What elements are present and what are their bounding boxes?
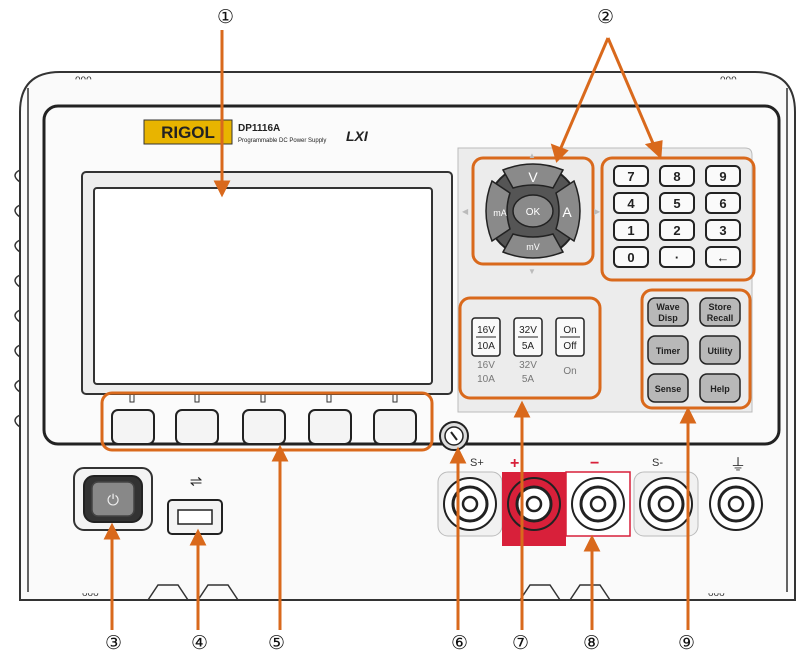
range-keys: 16V 10A 16V 10A 32V 5A 32V 5A On Off On (471, 317, 585, 385)
arrow-keys: V mA OK A mV (485, 163, 581, 259)
callout-3: ③ (105, 632, 123, 654)
numpad-key-label: 0 (627, 250, 634, 265)
callout-6: ⑥ (451, 632, 469, 654)
usb-icon: ⇌ (190, 473, 203, 490)
power-supply-front-panel: ᴖᴖᴖ ᴖᴖᴖ RIGOL DP1116A Programmable DC Po… (14, 30, 796, 630)
bottom-right-feet: ᴗᴗᴗ (708, 588, 725, 599)
sense-plus-label: S+ (470, 457, 484, 469)
function-key-label: Sense (655, 384, 682, 394)
range-key-bottom: Off (563, 341, 576, 352)
numpad-key-label: 4 (627, 196, 635, 211)
range-key-top: 16V (477, 325, 495, 336)
numpad-key-label: 8 (673, 169, 680, 184)
soft-key-2[interactable] (175, 409, 219, 445)
logo-text: RIGOL (161, 123, 215, 142)
bottom-left-feet: ᴗᴗᴗ (82, 588, 99, 599)
callout-1: ① (217, 6, 235, 28)
power-icon: ⏻ (107, 492, 119, 509)
callout-2: ② (597, 6, 615, 28)
function-key-label: Help (710, 384, 730, 394)
range-key-bottom: 5A (522, 341, 535, 352)
callout-7: ⑦ (512, 632, 530, 654)
svg-text:◀: ◀ (462, 207, 469, 216)
soft-key-5[interactable] (373, 409, 417, 445)
callout-8: ⑧ (583, 632, 601, 654)
ground-icon: ⏚ (730, 456, 746, 474)
numpad-key-label: 9 (719, 169, 726, 184)
model-subtitle: Programmable DC Power Supply (238, 138, 326, 144)
range-key-bottom: 10A (477, 341, 495, 352)
range-key-top: 32V (519, 325, 537, 336)
top-right-feet: ᴖᴖᴖ (720, 74, 737, 85)
sense-minus-label: S- (652, 457, 663, 469)
numpad-key-label: 3 (719, 223, 726, 238)
callout-5: ⑤ (268, 632, 286, 654)
soft-key-1[interactable] (111, 409, 155, 445)
range-label-bottom: 10A (477, 374, 495, 385)
top-left-feet: ᴖᴖᴖ (75, 74, 92, 85)
svg-text:▶: ▶ (594, 207, 601, 216)
function-key-label: Utility (707, 346, 732, 356)
range-label-top: On (563, 366, 576, 377)
callout-4: ④ (191, 632, 209, 654)
svg-text:▲: ▲ (528, 151, 536, 160)
numpad-key-label: 5 (673, 196, 680, 211)
svg-text:▼: ▼ (528, 267, 536, 276)
soft-key-4[interactable] (308, 409, 352, 445)
numpad-key-label: ← (717, 250, 730, 265)
plus-label: + (510, 455, 519, 472)
numpad-key-label: 7 (627, 169, 634, 184)
function-key-line2: Recall (707, 313, 734, 323)
lxi-logo: LXI (346, 128, 369, 144)
function-key-label: Timer (656, 346, 681, 356)
range-key-top: On (563, 325, 576, 336)
numpad-key-label: 6 (719, 196, 726, 211)
key-right-label: A (562, 204, 572, 220)
key-up-label: V (528, 169, 538, 185)
numpad-key-label: 1 (627, 223, 634, 238)
range-label-top: 32V (519, 360, 537, 371)
function-key-line2: Disp (658, 313, 678, 323)
key-down-label: mV (526, 242, 540, 252)
function-key-line1: Wave (656, 302, 679, 312)
model-number: DP1116A (238, 123, 280, 134)
soft-key-3[interactable] (242, 409, 286, 445)
key-left-label: mA (493, 208, 507, 218)
callout-9: ⑨ (678, 632, 696, 654)
range-label-top: 16V (477, 360, 495, 371)
numpad-key-label: · (675, 250, 679, 265)
lcd-screen (93, 187, 433, 385)
range-label-bottom: 5A (522, 374, 535, 385)
function-key-line1: Store (708, 302, 731, 312)
minus-label: − (590, 455, 599, 472)
key-ok-label: OK (526, 207, 541, 218)
numpad-key-label: 2 (673, 223, 680, 238)
